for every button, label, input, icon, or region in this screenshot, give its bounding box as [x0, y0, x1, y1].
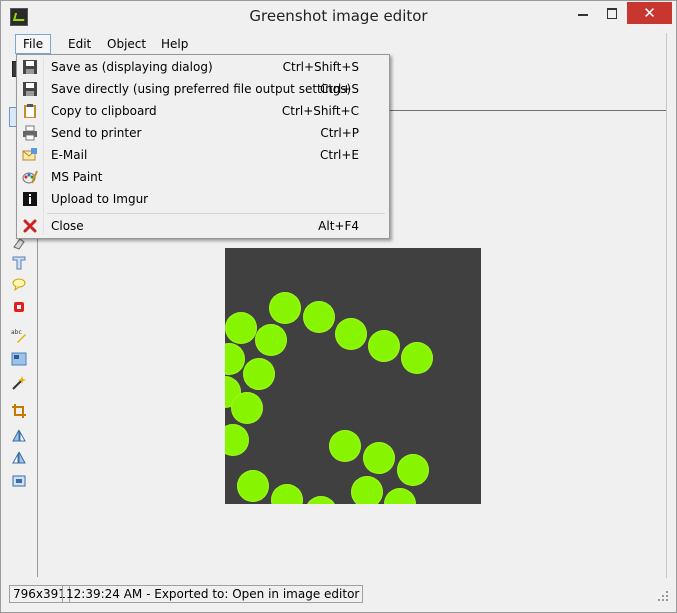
- save-direct-icon: [23, 82, 37, 96]
- menu-edit[interactable]: Edit: [61, 34, 98, 54]
- rotate-ccw-icon[interactable]: [11, 449, 27, 465]
- menu-item-label: Close: [51, 219, 84, 233]
- image-size-label: 796x391: [9, 585, 70, 603]
- green-dot: [231, 392, 263, 424]
- menu-item-shortcut: Ctrl+Shift+S: [282, 60, 359, 74]
- menu-item-shortcut: Ctrl+P: [320, 126, 359, 140]
- menu-item-ms-paint[interactable]: MS Paint: [17, 166, 389, 188]
- status-message: 12:39:24 AM - Exported to: Open in image…: [62, 585, 364, 603]
- menu-item-shortcut: Alt+F4: [318, 219, 359, 233]
- file-menu-dropdown: Save as (displaying dialog) Ctrl+Shift+S…: [16, 54, 390, 239]
- green-dot: [271, 484, 303, 504]
- speechbubble-tool-icon[interactable]: [11, 277, 27, 293]
- green-dot: [305, 496, 337, 504]
- green-dot: [269, 292, 301, 324]
- status-bar: 796x391 12:39:24 AM - Exported to: Open …: [9, 584, 669, 604]
- green-dot: [363, 442, 395, 474]
- counter-tool-icon[interactable]: [11, 299, 27, 315]
- rotate-cw-icon[interactable]: [11, 427, 27, 443]
- menu-bar: File Edit Object Help: [9, 34, 669, 54]
- clipboard-icon: [24, 104, 36, 118]
- green-dot: [255, 324, 287, 356]
- green-dot: [329, 430, 361, 462]
- editor-window: Greenshot image editor ✕ File Edit Objec…: [0, 0, 677, 613]
- menu-item-label: Upload to Imgur: [51, 192, 149, 206]
- menu-item-save-as[interactable]: Save as (displaying dialog) Ctrl+Shift+S: [17, 56, 389, 78]
- green-dot: [225, 424, 249, 456]
- menu-item-email[interactable]: E-Mail Ctrl+E: [17, 144, 389, 166]
- menu-item-label: Send to printer: [51, 126, 142, 140]
- green-dot: [237, 470, 269, 502]
- close-icon: [23, 219, 37, 233]
- green-dot: [225, 312, 257, 344]
- imgur-icon: [23, 192, 37, 206]
- highlight-tool-icon[interactable]: abc: [11, 327, 27, 343]
- green-dot: [384, 488, 416, 504]
- menu-item-send-printer[interactable]: Send to printer Ctrl+P: [17, 122, 389, 144]
- green-dot: [225, 343, 245, 375]
- menu-help[interactable]: Help: [154, 34, 195, 54]
- image-canvas[interactable]: [225, 248, 481, 504]
- green-dot: [243, 358, 275, 390]
- menu-object[interactable]: Object: [100, 34, 153, 54]
- resize-tool-icon[interactable]: [11, 473, 27, 489]
- title-bar: Greenshot image editor ✕: [1, 1, 676, 32]
- green-dot: [401, 342, 433, 374]
- obfuscate-tool-icon[interactable]: [11, 351, 27, 367]
- green-dot: [368, 330, 400, 362]
- paint-icon: [22, 170, 38, 184]
- menu-item-save-directly[interactable]: Save directly (using preferred file outp…: [17, 78, 389, 100]
- green-dot: [335, 318, 367, 350]
- menu-item-label: Save directly (using preferred file outp…: [51, 82, 352, 96]
- resize-grip-icon[interactable]: [657, 590, 669, 602]
- menu-item-label: Save as (displaying dialog): [51, 60, 213, 74]
- effects-tool-icon[interactable]: [11, 375, 27, 391]
- right-edge: [666, 33, 667, 578]
- close-window-button[interactable]: ✕: [627, 2, 672, 24]
- menu-item-shortcut: Ctrl+S: [319, 82, 359, 96]
- green-dot: [303, 301, 335, 333]
- maximize-button[interactable]: [598, 2, 626, 24]
- text-tool-icon[interactable]: [11, 255, 27, 271]
- menu-item-label: E-Mail: [51, 148, 88, 162]
- menu-item-close[interactable]: Close Alt+F4: [17, 215, 389, 237]
- menu-item-label: MS Paint: [51, 170, 103, 184]
- svg-text:abc: abc: [11, 329, 22, 336]
- menu-item-label: Copy to clipboard: [51, 104, 157, 118]
- menu-file[interactable]: File: [15, 34, 52, 54]
- email-icon: [22, 148, 37, 161]
- green-dot: [397, 454, 429, 486]
- green-dot: [351, 476, 383, 504]
- menu-item-upload-imgur[interactable]: Upload to Imgur: [17, 188, 389, 210]
- menu-item-shortcut: Ctrl+E: [320, 148, 359, 162]
- minimize-button[interactable]: [569, 2, 597, 24]
- menu-item-copy-clipboard[interactable]: Copy to clipboard Ctrl+Shift+C: [17, 100, 389, 122]
- menu-item-shortcut: Ctrl+Shift+C: [281, 104, 359, 118]
- crop-tool-icon[interactable]: [11, 403, 27, 419]
- printer-icon: [23, 125, 37, 141]
- save-icon: [23, 60, 37, 74]
- menu-separator: [47, 213, 385, 214]
